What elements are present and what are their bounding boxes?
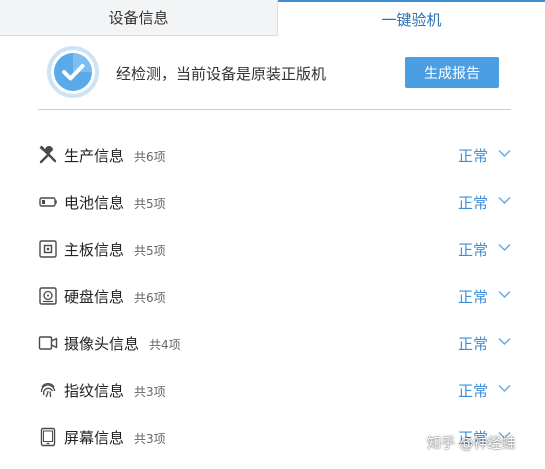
list-item-mainboard-info[interactable]: 主板信息 共5项 正常	[0, 225, 545, 272]
list-item-label: 电池信息 共5项	[64, 194, 166, 212]
battery-icon	[39, 197, 57, 207]
list-item-count: 共6项	[134, 150, 166, 164]
list-item-count: 共3项	[134, 432, 166, 446]
chevron-down-icon[interactable]	[498, 243, 511, 252]
list-item-fingerprint-info[interactable]: 指纹信息 共3项 正常	[0, 366, 545, 413]
list-item-label: 硬盘信息 共6项	[64, 288, 166, 306]
shield-check-icon	[47, 46, 99, 98]
status-text: 正常	[458, 241, 489, 259]
tab-bar: 设备信息 一键验机	[0, 0, 545, 36]
status-text: 正常	[458, 147, 489, 165]
screen-icon	[40, 427, 56, 447]
list-item-label: 屏幕信息 共3项	[64, 429, 166, 447]
tab-one-click-verify[interactable]: 一键验机	[278, 0, 545, 36]
list-item-production-info[interactable]: 生产信息 共6项 正常	[0, 131, 545, 178]
status-text: 正常	[458, 382, 489, 400]
list-item-battery-info[interactable]: 电池信息 共5项 正常	[0, 178, 545, 225]
chevron-down-icon[interactable]	[498, 337, 511, 346]
chevron-down-icon[interactable]	[498, 290, 511, 299]
status-text: 正常	[458, 335, 489, 353]
list-item-label: 摄像头信息 共4项	[64, 335, 181, 353]
tools-icon	[39, 145, 57, 164]
chip-icon	[39, 240, 57, 258]
list-item-label: 生产信息 共6项	[64, 147, 166, 165]
list-item-count: 共5项	[134, 197, 166, 211]
status-text: 正常	[458, 194, 489, 212]
status-text: 正常	[458, 429, 489, 447]
list-item-screen-info[interactable]: 屏幕信息 共3项 正常	[0, 413, 545, 460]
verify-result-text: 经检测，当前设备是原装正版机	[116, 65, 327, 83]
verify-app: 设备信息 一键验机 经检测，当前设备是原装正版机 生成报告 生产信息 共6项 正常	[0, 0, 545, 469]
list-item-count: 共5项	[134, 244, 166, 258]
list-item-count: 共3项	[134, 385, 166, 399]
list-item-camera-info[interactable]: 摄像头信息 共4项 正常	[0, 319, 545, 366]
chevron-down-icon[interactable]	[498, 431, 511, 440]
verify-result-header: 经检测，当前设备是原装正版机 生成报告	[38, 40, 511, 110]
chevron-down-icon[interactable]	[498, 384, 511, 393]
list-item-label: 主板信息 共5项	[64, 241, 166, 259]
chevron-down-icon[interactable]	[498, 149, 511, 158]
list-item-disk-info[interactable]: 硬盘信息 共6项 正常	[0, 272, 545, 319]
fingerprint-icon	[40, 383, 56, 398]
list-item-count: 共4项	[149, 338, 181, 352]
generate-report-button[interactable]: 生成报告	[405, 57, 499, 88]
list-item-count: 共6项	[134, 291, 166, 305]
disk-icon	[39, 287, 57, 305]
chevron-down-icon[interactable]	[498, 196, 511, 205]
tab-device-info[interactable]: 设备信息	[0, 0, 278, 36]
camera-icon	[38, 336, 58, 350]
list-item-label: 指纹信息 共3项	[64, 382, 166, 400]
status-text: 正常	[458, 288, 489, 306]
check-item-list: 生产信息 共6项 正常 电池信息 共5项 正常 主板信息 共5项 正常 硬盘信息…	[0, 131, 545, 460]
